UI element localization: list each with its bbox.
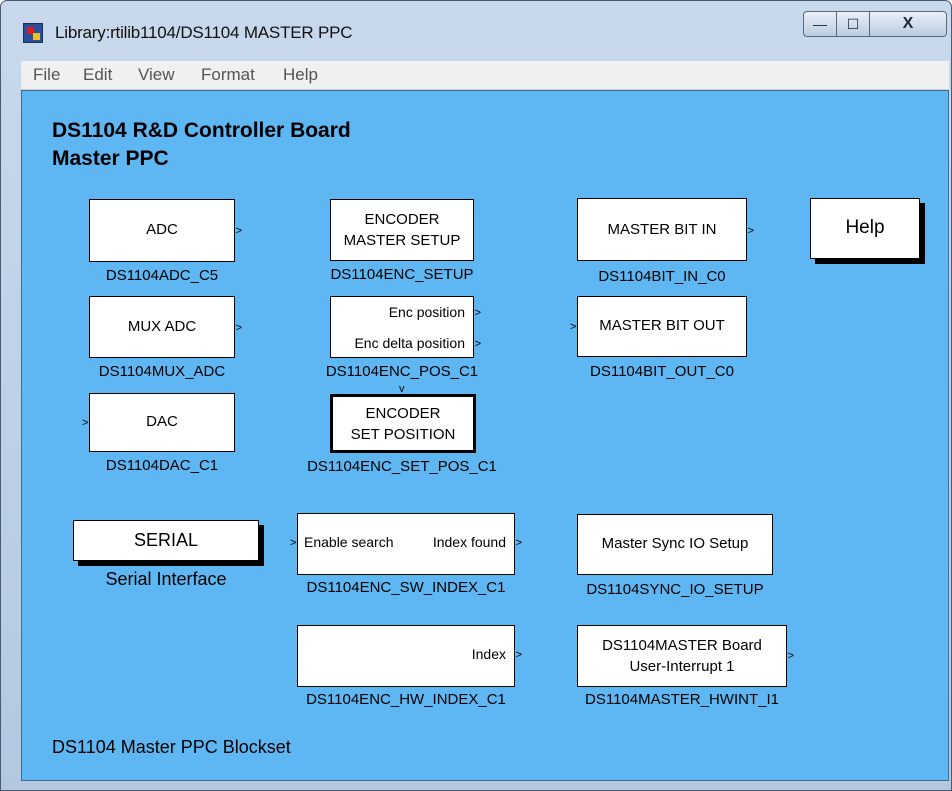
master-bit-in-text: MASTER BIT IN <box>607 221 717 238</box>
menu-bar: File Edit View Format Help <box>21 61 949 90</box>
index-found-port-label: Index found <box>432 534 506 550</box>
input-port-icon: > <box>82 417 89 429</box>
library-subtitle: Master PPC <box>52 147 169 170</box>
encoder-set-position-line2: SET POSITION <box>350 426 456 443</box>
dac-block-label: DS1104DAC_C1 <box>105 457 219 474</box>
index-port-label: Index <box>471 646 506 662</box>
master-hwint-block[interactable]: DS1104MASTER Board User-Interrupt 1 > <box>577 625 794 687</box>
input-port-icon: > <box>570 321 577 333</box>
menu-edit[interactable]: Edit <box>83 65 112 85</box>
library-title: DS1104 R&D Controller Board <box>52 119 351 142</box>
minimize-button[interactable]: — <box>803 11 837 37</box>
encoder-position-block[interactable]: Enc position > Enc delta position > <box>330 296 481 358</box>
enc-delta-position-port-label: Enc delta position <box>354 335 465 351</box>
master-bit-in-block[interactable]: MASTER BIT IN > <box>577 198 754 261</box>
serial-block-text: SERIAL <box>133 530 199 550</box>
enc-position-port-label: Enc position <box>388 304 465 320</box>
master-sync-io-block[interactable]: Master Sync IO Setup <box>577 514 773 575</box>
menu-view[interactable]: View <box>138 65 175 85</box>
master-hwint-line2: User-Interrupt 1 <box>629 658 735 675</box>
input-port-icon: > <box>290 537 297 549</box>
dac-block[interactable]: > DAC <box>82 393 235 452</box>
master-hwint-line1: DS1104MASTER Board <box>602 637 762 654</box>
encoder-setup-line1: ENCODER <box>364 211 440 228</box>
output-port-icon: > <box>747 225 754 237</box>
hw-index-block[interactable]: Index > <box>297 625 522 687</box>
title-bar[interactable]: Library:rtilib1104/DS1104 MASTER PPC — ☐… <box>1 1 951 57</box>
master-bit-out-text: MASTER BIT OUT <box>599 317 725 334</box>
output-port-icon: > <box>515 537 522 549</box>
master-bit-out-label: DS1104BIT_OUT_C0 <box>590 363 734 380</box>
model-canvas[interactable]: DS1104 R&D Controller Board Master PPC A… <box>21 90 949 781</box>
mux-adc-block-label: DS1104MUX_ADC <box>98 363 226 380</box>
output-port-icon: > <box>515 649 522 661</box>
menu-file[interactable]: File <box>33 65 60 85</box>
adc-block-text: ADC <box>146 221 178 238</box>
encoder-setup-label: DS1104ENC_SETUP <box>330 266 474 283</box>
help-block-text: Help <box>845 217 885 238</box>
sw-index-block[interactable]: > Enable search Index found > <box>290 513 522 575</box>
master-sync-io-label: DS1104SYNC_IO_SETUP <box>586 581 764 598</box>
master-hwint-label: DS1104MASTER_HWINT_I1 <box>585 691 779 708</box>
window-title: Library:rtilib1104/DS1104 MASTER PPC <box>55 23 353 42</box>
sw-index-label: DS1104ENC_SW_INDEX_C1 <box>306 579 506 596</box>
input-port-icon: v <box>399 383 405 395</box>
library-window: Library:rtilib1104/DS1104 MASTER PPC — ☐… <box>0 0 952 791</box>
mux-adc-block-text: MUX ADC <box>127 318 197 335</box>
output-port-icon: > <box>787 650 794 662</box>
adc-block[interactable]: ADC > <box>89 199 242 262</box>
serial-block-label: Serial Interface <box>105 569 227 589</box>
menu-format[interactable]: Format <box>201 65 255 85</box>
mux-adc-block[interactable]: MUX ADC > <box>89 296 242 358</box>
master-sync-io-text: Master Sync IO Setup <box>601 535 749 552</box>
enable-search-port-label: Enable search <box>304 534 394 550</box>
menu-help[interactable]: Help <box>283 65 318 85</box>
encoder-setup-line2: MASTER SETUP <box>343 232 461 249</box>
encoder-set-position-line1: ENCODER <box>365 405 441 422</box>
output-port-icon: > <box>474 338 481 350</box>
encoder-set-position-block[interactable]: v ENCODER SET POSITION <box>330 384 476 453</box>
output-port-icon: > <box>235 225 242 237</box>
serial-block[interactable]: SERIAL <box>73 520 259 561</box>
dac-block-text: DAC <box>146 413 178 430</box>
output-port-icon: > <box>235 322 242 334</box>
encoder-setup-block[interactable]: ENCODER MASTER SETUP <box>330 199 474 261</box>
master-bit-out-block[interactable]: > MASTER BIT OUT <box>570 296 747 357</box>
blockset-footer: DS1104 Master PPC Blockset <box>52 737 291 757</box>
encoder-set-position-label: DS1104ENC_SET_POS_C1 <box>307 458 497 475</box>
output-port-icon: > <box>474 307 481 319</box>
hw-index-label: DS1104ENC_HW_INDEX_C1 <box>306 691 506 708</box>
simulink-app-icon <box>23 23 43 43</box>
adc-block-label: DS1104ADC_C5 <box>105 267 219 284</box>
maximize-button[interactable]: ☐ <box>836 11 870 37</box>
master-bit-in-label: DS1104BIT_IN_C0 <box>598 268 726 285</box>
encoder-position-label: DS1104ENC_POS_C1 <box>325 363 479 380</box>
close-button[interactable]: X <box>869 11 947 37</box>
help-block[interactable]: Help <box>810 198 920 259</box>
